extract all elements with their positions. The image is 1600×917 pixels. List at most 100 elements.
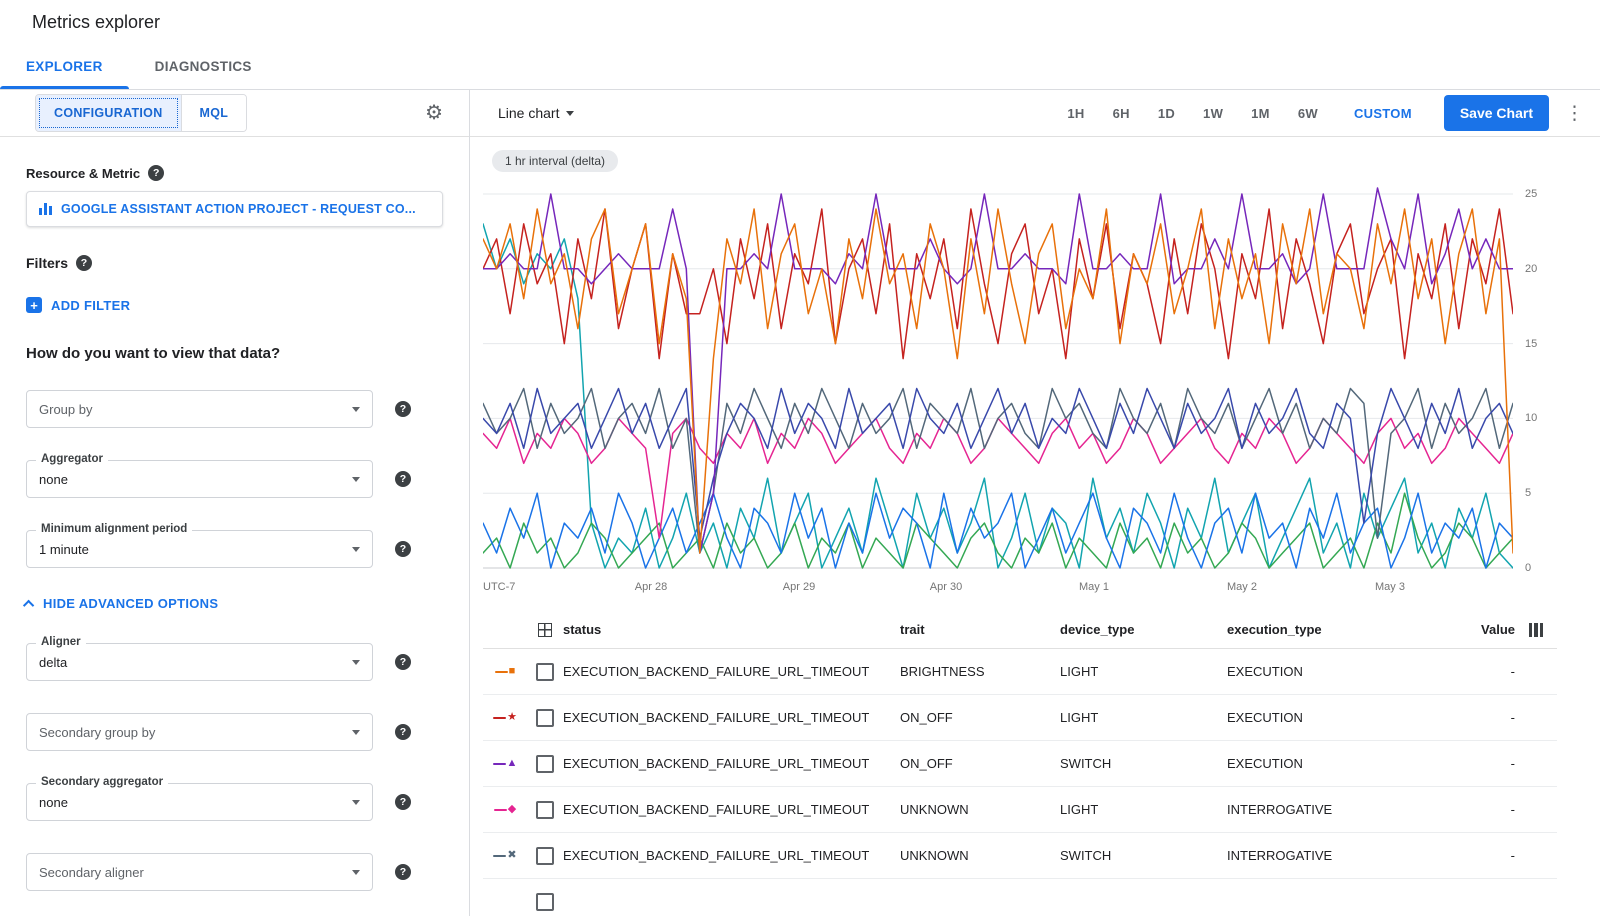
y-tick-label: 25	[1525, 188, 1537, 200]
help-icon[interactable]: ?	[395, 794, 411, 810]
help-icon[interactable]: ?	[395, 401, 411, 417]
more-vert-icon[interactable]: ⋮	[1565, 104, 1584, 123]
mql-tab[interactable]: MQL	[181, 95, 247, 131]
series-marker-icon: ★	[483, 712, 527, 723]
value-cell: -	[1457, 710, 1515, 725]
time-range-custom[interactable]: CUSTOM	[1354, 106, 1412, 121]
min-alignment-period-label: Minimum alignment period	[36, 523, 192, 535]
x-tick-label: May 2	[1227, 581, 1257, 593]
help-icon[interactable]: ?	[76, 255, 92, 271]
chevron-down-icon	[352, 730, 360, 735]
status-cell: EXECUTION_BACKEND_FAILURE_URL_TIMEOUT	[563, 848, 900, 863]
secondary-aligner-placeholder: Secondary aligner	[39, 865, 144, 880]
group-by-placeholder: Group by	[39, 402, 92, 417]
row-checkbox[interactable]	[536, 663, 554, 681]
time-range-6h[interactable]: 6H	[1113, 106, 1130, 121]
trait-cell: ON_OFF	[900, 710, 1060, 725]
series-marker-icon: ◆	[483, 804, 527, 815]
chart-svg	[483, 186, 1513, 574]
aligner-select[interactable]: Aligner delta	[26, 643, 373, 681]
execution-type-cell: EXECUTION	[1227, 710, 1457, 725]
table-row: ■EXECUTION_BACKEND_FAILURE_URL_TIMEOUTBR…	[483, 649, 1557, 695]
status-cell: EXECUTION_BACKEND_FAILURE_URL_TIMEOUT	[563, 756, 900, 771]
table-row: ✖EXECUTION_BACKEND_FAILURE_URL_TIMEOUTUN…	[483, 833, 1557, 879]
row-checkbox[interactable]	[536, 801, 554, 819]
row-checkbox[interactable]	[536, 709, 554, 727]
time-range-1d[interactable]: 1D	[1158, 106, 1175, 121]
min-alignment-period-select[interactable]: Minimum alignment period 1 minute	[26, 530, 373, 568]
group-by-select[interactable]: Group by	[26, 390, 373, 428]
save-chart-button[interactable]: Save Chart	[1444, 95, 1549, 131]
chart-x-axis: UTC-7Apr 28Apr 29Apr 30May 1May 2May 3	[483, 579, 1513, 601]
tab-explorer[interactable]: EXPLORER	[0, 44, 129, 89]
table-row: ★ EXECUTION_BACKEND_FAILURE_URL_TIMEOUTON…	[483, 695, 1557, 741]
chart-panel: Line chart 1H 6H 1D 1W 1M 6W CUSTOM Save…	[470, 90, 1600, 916]
add-filter-button[interactable]: + ADD FILTER	[26, 297, 443, 313]
legend-grid-icon[interactable]	[538, 623, 552, 637]
time-range-1m[interactable]: 1M	[1251, 106, 1270, 121]
chevron-down-icon	[566, 111, 574, 116]
chevron-down-icon	[352, 870, 360, 875]
hide-advanced-options-label: HIDE ADVANCED OPTIONS	[43, 596, 218, 611]
add-filter-label: ADD FILTER	[51, 298, 130, 313]
legend-table-body: ■ EXECUTION_BACKEND_FAILURE_URL_TIMEOUT BR…	[483, 649, 1557, 917]
page-title: Metrics explorer	[32, 12, 160, 33]
help-icon[interactable]: ?	[395, 864, 411, 880]
trait-cell: BRIGHTNESS	[900, 664, 1060, 679]
tab-diagnostics-label: DIAGNOSTICS	[155, 59, 252, 74]
column-settings-icon[interactable]	[1529, 623, 1544, 637]
device-type-header: device_type	[1060, 622, 1227, 637]
chevron-up-icon	[23, 599, 34, 610]
aligner-value: delta	[39, 655, 67, 670]
tab-diagnostics[interactable]: DIAGNOSTICS	[129, 44, 278, 89]
add-filter-icon: +	[26, 297, 42, 313]
help-icon[interactable]: ?	[395, 541, 411, 557]
help-icon[interactable]: ?	[395, 654, 411, 670]
chevron-down-icon	[352, 547, 360, 552]
time-range-1h[interactable]: 1H	[1067, 106, 1084, 121]
resource-metric-button-label: GOOGLE ASSISTANT ACTION PROJECT - REQUES…	[61, 202, 416, 216]
status-cell: EXECUTION_BACKEND_FAILURE_URL_TIMEOUT	[563, 710, 900, 725]
secondary-aligner-select[interactable]: Secondary aligner	[26, 853, 373, 891]
execution-type-cell: EXECUTION	[1227, 756, 1457, 771]
hide-advanced-options-button[interactable]: HIDE ADVANCED OPTIONS	[26, 596, 443, 611]
help-icon[interactable]: ?	[395, 471, 411, 487]
secondary-aggregator-select[interactable]: Secondary aggregator none	[26, 783, 373, 821]
y-tick-label: 20	[1525, 263, 1537, 275]
value-header: Value	[1457, 622, 1515, 637]
y-tick-label: 15	[1525, 338, 1537, 350]
row-checkbox[interactable]	[536, 847, 554, 865]
y-tick-label: 5	[1525, 487, 1531, 499]
x-tick-label: May 1	[1079, 581, 1109, 593]
legend-table: status trait device_type execution_type …	[483, 611, 1557, 917]
time-range-1w[interactable]: 1W	[1203, 106, 1223, 121]
value-cell: -	[1457, 802, 1515, 817]
help-icon[interactable]: ?	[395, 724, 411, 740]
help-icon[interactable]: ?	[148, 165, 164, 181]
trait-cell: UNKNOWN	[900, 848, 1060, 863]
aggregator-value: none	[39, 472, 68, 487]
resource-metric-button[interactable]: GOOGLE ASSISTANT ACTION PROJECT - REQUES…	[26, 191, 443, 227]
row-checkbox[interactable]	[536, 893, 554, 911]
value-cell: -	[1457, 756, 1515, 771]
series-marker-icon: ■	[483, 666, 527, 677]
table-row	[483, 879, 1557, 917]
value-cell: -	[1457, 664, 1515, 679]
row-checkbox[interactable]	[536, 755, 554, 773]
execution-type-cell: EXECUTION	[1227, 664, 1457, 679]
aggregator-select[interactable]: Aggregator none	[26, 460, 373, 498]
secondary-group-by-placeholder: Secondary group by	[39, 725, 155, 740]
chart-type-dropdown[interactable]: Line chart	[498, 105, 574, 121]
line-chart[interactable]: 2520151050 UTC-7Apr 28Apr 29Apr 30May 1M…	[483, 186, 1513, 601]
device-type-cell: LIGHT	[1060, 802, 1227, 817]
time-range-6w[interactable]: 6W	[1298, 106, 1318, 121]
gear-icon[interactable]: ⚙	[425, 103, 443, 123]
series-marker-icon: ▲	[483, 758, 527, 769]
x-tick-label: Apr 29	[783, 581, 815, 593]
configuration-tab[interactable]: CONFIGURATION	[36, 95, 181, 131]
aligner-label: Aligner	[36, 636, 86, 648]
trait-header: trait	[900, 622, 1060, 637]
secondary-group-by-select[interactable]: Secondary group by	[26, 713, 373, 751]
tab-explorer-label: EXPLORER	[26, 59, 103, 74]
x-tick-label: UTC-7	[483, 581, 515, 593]
